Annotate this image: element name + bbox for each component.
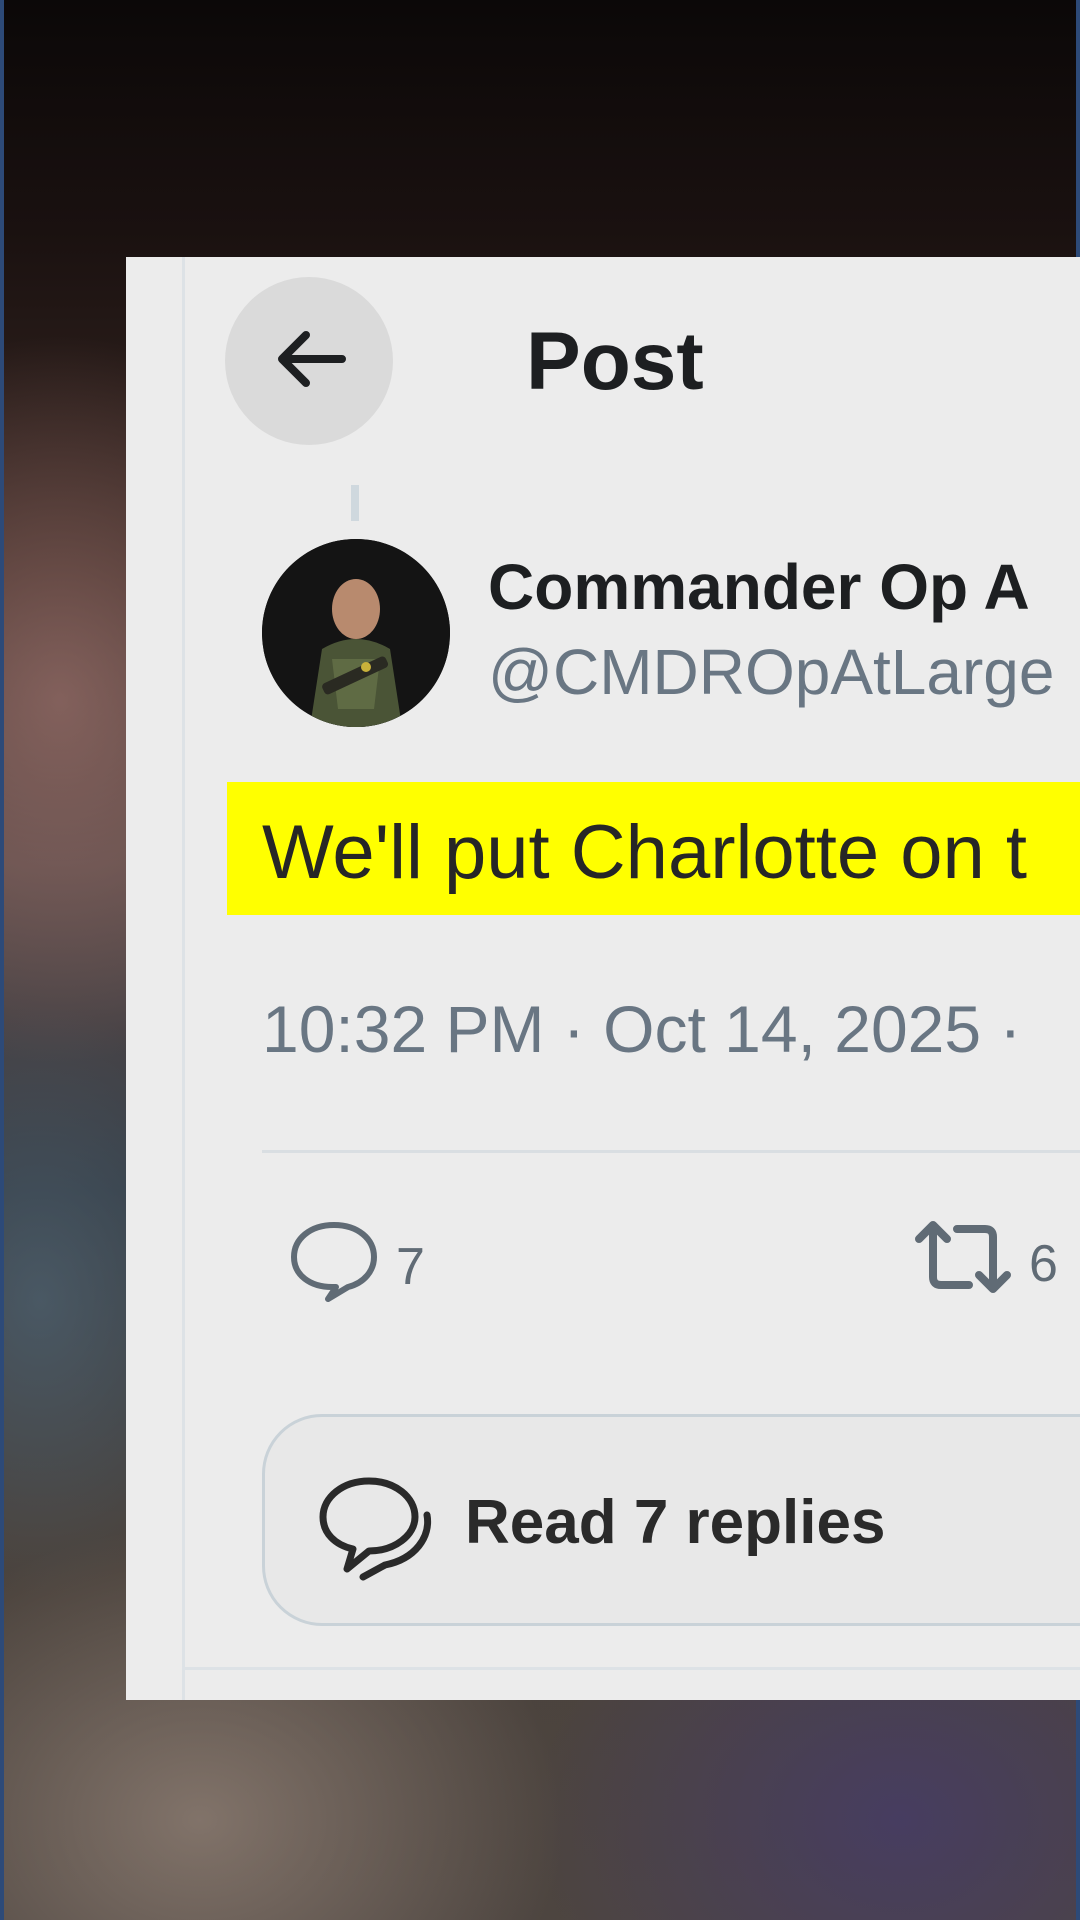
read-replies-label: Read 7 replies [465, 1488, 886, 1557]
repost-count: 6 [1029, 1234, 1058, 1293]
conversation-bubbles-icon [313, 1473, 437, 1588]
reply-button[interactable]: 7 [286, 1217, 425, 1316]
post-text: We'll put Charlotte on t [262, 810, 1028, 895]
screen-edge-left [0, 0, 4, 1920]
read-replies-button[interactable]: Read 7 replies [262, 1414, 1080, 1626]
profile-photo [262, 539, 450, 727]
avatar[interactable] [262, 539, 450, 727]
post-card: Post Commander Op A @CMDROpAtLarge We'll… [126, 257, 1080, 1700]
back-button[interactable] [225, 277, 393, 445]
display-name[interactable]: Commander Op A [488, 550, 1030, 624]
card-border-left [182, 257, 185, 1700]
divider [262, 1150, 1080, 1153]
user-handle[interactable]: @CMDROpAtLarge [488, 635, 1054, 709]
arrow-left-icon [272, 330, 346, 393]
speech-bubble-icon [286, 1217, 382, 1316]
page-title: Post [526, 316, 704, 407]
screen: Post Commander Op A @CMDROpAtLarge We'll… [0, 0, 1080, 1920]
post-timestamp[interactable]: 10:32 PM · Oct 14, 2025 · [262, 991, 1021, 1067]
reply-count: 7 [396, 1237, 425, 1296]
repost-button[interactable]: 6 [911, 1217, 1058, 1310]
thread-connector [351, 485, 359, 521]
repost-icon [911, 1217, 1015, 1310]
card-border-bottom [182, 1667, 1080, 1670]
